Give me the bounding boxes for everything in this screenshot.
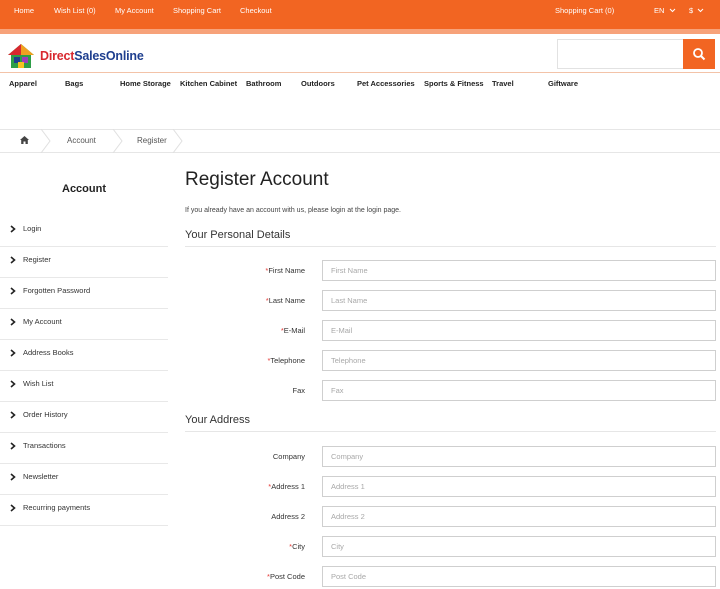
sidebar-item-label: My Account — [23, 317, 62, 326]
home-icon — [20, 136, 29, 144]
logo-text: DirectSalesOnline — [40, 49, 144, 63]
chevron-right-icon — [10, 225, 16, 233]
address-2-label: Address 2 — [271, 512, 305, 521]
category-pet-accessories[interactable]: Pet Accessories — [357, 79, 415, 88]
chevron-right-icon — [10, 473, 16, 481]
breadcrumb: Account Register — [0, 129, 720, 153]
telephone-label: *Telephone — [267, 356, 305, 365]
category-giftware[interactable]: Giftware — [548, 79, 578, 88]
chevron-right-icon — [10, 380, 16, 388]
breadcrumb-separator — [172, 129, 183, 153]
sidebar-item-login[interactable]: Login — [0, 216, 168, 247]
search-button[interactable] — [683, 39, 715, 69]
fax-field[interactable] — [322, 380, 716, 401]
top-link-checkout[interactable]: Checkout — [240, 0, 272, 22]
breadcrumb-home[interactable] — [20, 131, 29, 153]
sidebar-item-order-history[interactable]: Order History — [0, 402, 168, 433]
breadcrumb-separator — [40, 129, 51, 153]
page-title: Register Account — [185, 169, 329, 190]
address-2-field[interactable] — [322, 506, 716, 527]
chevron-right-icon — [10, 256, 16, 264]
currency-label: $ — [689, 6, 694, 15]
sidebar-item-transactions[interactable]: Transactions — [0, 433, 168, 464]
top-cart-summary[interactable]: Shopping Cart (0) — [555, 0, 614, 22]
sidebar-item-my-account[interactable]: My Account — [0, 309, 168, 340]
breadcrumb-account[interactable]: Account — [67, 130, 96, 152]
breadcrumb-register[interactable]: Register — [137, 130, 167, 152]
top-link-my-account[interactable]: My Account — [115, 0, 154, 22]
sidebar-item-label: Recurring payments — [23, 503, 91, 512]
sidebar-item-recurring-payments[interactable]: Recurring payments — [0, 495, 168, 526]
top-link-shopping-cart[interactable]: Shopping Cart — [173, 0, 221, 22]
sidebar-item-label: Transactions — [23, 441, 66, 450]
category-home-storage[interactable]: Home Storage — [120, 79, 171, 88]
section-divider — [185, 431, 716, 432]
email-label: *E-Mail — [280, 326, 305, 335]
fax-label: Fax — [292, 386, 305, 395]
company-field[interactable] — [322, 446, 716, 467]
sidebar-item-newsletter[interactable]: Newsletter — [0, 464, 168, 495]
address-1-field[interactable] — [322, 476, 716, 497]
search-input[interactable] — [557, 39, 683, 69]
address-1-label: *Address 1 — [268, 482, 305, 491]
last-name-field[interactable] — [322, 290, 716, 311]
sidebar-item-forgotten-password[interactable]: Forgotten Password — [0, 278, 168, 309]
top-link-home[interactable]: Home — [14, 0, 34, 22]
top-link-wishlist[interactable]: Wish List (0) — [54, 0, 96, 22]
chevron-down-icon — [669, 8, 675, 13]
sidebar-item-label: Forgotten Password — [23, 286, 91, 295]
search-icon — [693, 48, 706, 61]
category-kitchen-cabinet[interactable]: Kitchen Cabinet — [180, 79, 237, 88]
sidebar-item-wish-list[interactable]: Wish List — [0, 371, 168, 402]
telephone-field[interactable] — [322, 350, 716, 371]
sidebar-item-register[interactable]: Register — [0, 247, 168, 278]
sidebar-item-label: Order History — [23, 410, 68, 419]
sidebar-item-label: Wish List — [23, 379, 54, 388]
section-divider — [185, 246, 716, 247]
chevron-right-icon — [10, 318, 16, 326]
category-bags[interactable]: Bags — [65, 79, 83, 88]
chevron-right-icon — [10, 442, 16, 450]
company-label: Company — [272, 452, 305, 461]
chevron-right-icon — [10, 287, 16, 295]
post-code-label: *Post Code — [267, 572, 305, 581]
logo-house-icon — [8, 44, 34, 68]
category-bathroom[interactable]: Bathroom — [246, 79, 281, 88]
header-divider — [0, 72, 720, 73]
category-outdoors[interactable]: Outdoors — [301, 79, 335, 88]
first-name-field[interactable] — [322, 260, 716, 281]
category-sports-fitness[interactable]: Sports & Fitness — [424, 79, 484, 88]
sidebar-item-address-books[interactable]: Address Books — [0, 340, 168, 371]
last-name-label: *Last Name — [265, 296, 305, 305]
language-selector[interactable]: EN — [654, 0, 676, 22]
chevron-right-icon — [10, 411, 16, 419]
currency-selector[interactable]: $ — [689, 0, 704, 22]
sidebar-item-label: Newsletter — [23, 472, 59, 481]
chevron-down-icon — [697, 8, 704, 13]
post-code-field[interactable] — [322, 566, 716, 587]
breadcrumb-separator — [112, 129, 123, 153]
language-label: EN — [654, 6, 665, 15]
chevron-right-icon — [10, 504, 16, 512]
sidebar-item-label: Register — [23, 255, 51, 264]
category-travel[interactable]: Travel — [492, 79, 514, 88]
first-name-label: *First Name — [265, 266, 305, 275]
sidebar-title: Account — [62, 183, 106, 195]
category-apparel[interactable]: Apparel — [9, 79, 37, 88]
section-heading-personal: Your Personal Details — [185, 229, 291, 241]
top-bar: Home Wish List (0) My Account Shopping C… — [0, 0, 720, 34]
intro-text: If you already have an account with us, … — [185, 207, 401, 214]
chevron-right-icon — [10, 349, 16, 357]
sidebar-item-label: Login — [23, 224, 42, 233]
sidebar-item-label: Address Books — [23, 348, 74, 357]
city-field[interactable] — [322, 536, 716, 557]
section-heading-address: Your Address — [185, 414, 251, 426]
top-bar-stripe — [0, 29, 720, 34]
email-field[interactable] — [322, 320, 716, 341]
site-logo[interactable]: DirectSalesOnline — [6, 43, 144, 69]
city-label: *City — [289, 542, 305, 551]
